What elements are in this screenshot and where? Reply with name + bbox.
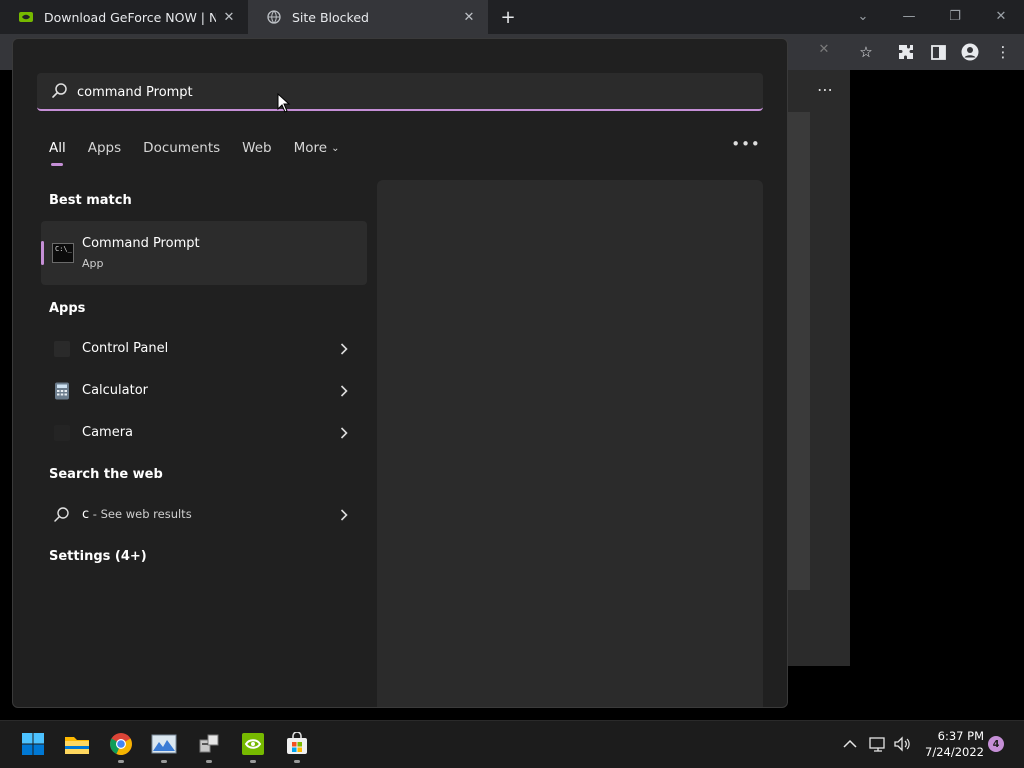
extensions-icon[interactable] xyxy=(896,42,916,62)
globe-icon xyxy=(266,9,282,25)
clock-time: 6:37 PM xyxy=(937,729,984,743)
tab-search-icon[interactable]: ⌄ xyxy=(852,6,874,26)
app-result-label: Calculator xyxy=(82,383,149,398)
chevron-right-icon[interactable] xyxy=(337,383,351,399)
best-match-heading: Best match xyxy=(49,193,132,208)
start-search-flyout: All Apps Documents Web More ⌄ ••• Best m… xyxy=(12,38,788,708)
chevron-right-icon[interactable] xyxy=(337,507,351,523)
apps-heading: Apps xyxy=(49,301,86,316)
chevron-down-icon: ⌄ xyxy=(331,142,340,154)
best-match-title: Command Prompt xyxy=(82,236,200,251)
app-result-camera[interactable]: Camera xyxy=(41,415,367,451)
minimize-button[interactable]: — xyxy=(898,6,920,26)
settings-heading[interactable]: Settings (4+) xyxy=(49,549,147,564)
running-indicator xyxy=(250,760,256,763)
volume-icon[interactable] xyxy=(893,735,911,753)
dialog-close-icon[interactable]: ✕ xyxy=(815,40,833,58)
browser-menu-icon[interactable]: ⋮ xyxy=(993,42,1013,62)
app-result-control-panel[interactable]: Control Panel xyxy=(41,331,367,367)
selection-indicator xyxy=(41,241,44,265)
running-indicator xyxy=(206,760,212,763)
chevron-right-icon[interactable] xyxy=(337,341,351,357)
control-panel-icon xyxy=(53,340,71,358)
tab-site-blocked[interactable]: Site Blocked ✕ xyxy=(248,0,488,34)
search-icon xyxy=(53,506,71,524)
app-result-label: Control Panel xyxy=(82,341,169,356)
side-panel-icon[interactable] xyxy=(928,42,948,62)
search-filters: All Apps Documents Web More ⌄ xyxy=(49,135,361,166)
search-input[interactable] xyxy=(77,79,737,105)
best-match-subtitle: App xyxy=(82,257,104,270)
nvidia-icon[interactable] xyxy=(240,731,266,757)
filter-web[interactable]: Web xyxy=(242,140,271,156)
window-close-button[interactable]: ✕ xyxy=(990,6,1012,26)
more-options-icon[interactable]: ••• xyxy=(731,135,760,153)
network-status-icon[interactable] xyxy=(869,735,887,753)
filter-apps[interactable]: Apps xyxy=(88,140,121,156)
result-preview-pane xyxy=(377,180,763,707)
search-box[interactable] xyxy=(37,73,763,111)
chevron-right-icon[interactable] xyxy=(337,425,351,441)
photos-icon[interactable] xyxy=(151,731,177,757)
nvidia-icon xyxy=(18,9,34,25)
page-menu-dots-icon[interactable]: ⋯ xyxy=(814,78,836,100)
taskbar-clock[interactable]: 6:37 PM 7/24/2022 xyxy=(918,728,984,760)
mouse-cursor-icon xyxy=(277,93,291,113)
tab-title: Download GeForce NOW | NVIDIA xyxy=(44,9,216,25)
app-result-calculator[interactable]: Calculator xyxy=(41,373,367,409)
tab-close-icon[interactable]: ✕ xyxy=(460,8,478,26)
filter-documents[interactable]: Documents xyxy=(143,140,220,156)
best-match-result[interactable]: C:\_ Command Prompt App xyxy=(41,221,367,285)
running-indicator xyxy=(161,760,167,763)
network-icon[interactable] xyxy=(196,731,222,757)
running-indicator xyxy=(118,760,124,763)
clock-date: 7/24/2022 xyxy=(925,745,984,759)
file-explorer-icon[interactable] xyxy=(64,731,90,757)
web-search-result[interactable]: c - See web results xyxy=(41,497,367,533)
tray-overflow-icon[interactable] xyxy=(841,735,859,753)
new-tab-button[interactable]: + xyxy=(498,7,518,28)
restore-button[interactable]: ❐ xyxy=(944,6,966,26)
search-web-heading: Search the web xyxy=(49,467,163,482)
profile-icon[interactable] xyxy=(960,42,980,62)
command-prompt-icon: C:\_ xyxy=(52,243,74,263)
tab-close-icon[interactable]: ✕ xyxy=(220,8,238,26)
running-indicator xyxy=(294,760,300,763)
calculator-icon xyxy=(53,382,71,400)
site-blocked-inner xyxy=(788,112,810,590)
tab-geforce-now[interactable]: Download GeForce NOW | NVIDIA ✕ xyxy=(0,0,248,34)
camera-icon xyxy=(53,424,71,442)
tab-title: Site Blocked xyxy=(292,9,369,25)
store-icon[interactable] xyxy=(284,731,310,757)
chrome-icon[interactable] xyxy=(108,731,134,757)
bookmark-star-icon[interactable]: ☆ xyxy=(856,42,876,62)
notification-badge[interactable]: 4 xyxy=(988,736,1004,752)
filter-more[interactable]: More ⌄ xyxy=(294,140,340,156)
app-result-label: Camera xyxy=(82,425,134,440)
filter-all[interactable]: All xyxy=(49,140,66,166)
search-icon xyxy=(51,82,69,100)
start-icon[interactable] xyxy=(20,731,46,757)
web-search-label: c - See web results xyxy=(82,507,192,522)
filter-more-label: More xyxy=(293,140,328,156)
